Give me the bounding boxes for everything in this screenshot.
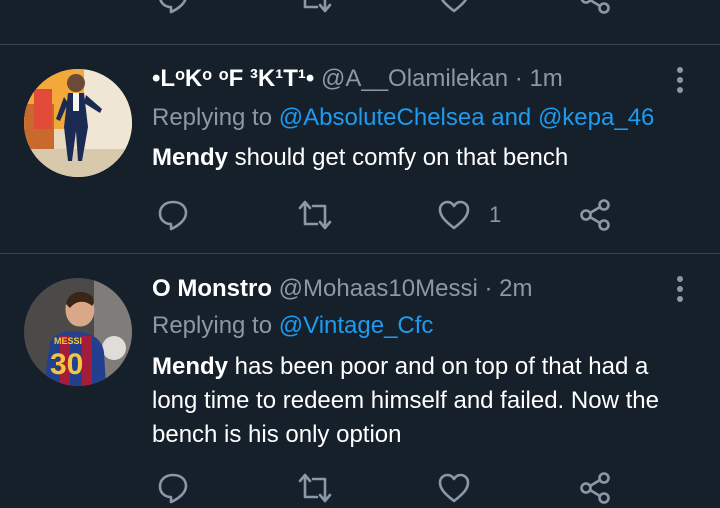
timestamp[interactable]: 1m <box>529 65 562 92</box>
tweet-text: Mendy should get comfy on that bench <box>152 141 697 175</box>
retweet-icon <box>303 0 332 13</box>
replying-to-label: Replying to <box>152 104 273 131</box>
user-handle[interactable]: @A__Olamilekan <box>321 65 508 92</box>
tweet-action-row: 1 <box>0 195 720 235</box>
reply-icon <box>158 473 188 504</box>
user-handle[interactable]: @Mohaas10Messi <box>279 275 478 302</box>
reply-icon <box>158 200 188 231</box>
share-icon <box>580 472 610 504</box>
replying-to-mentions[interactable]: @AbsoluteChelsea and @kepa_46 <box>279 104 655 131</box>
reply-icon <box>159 0 187 14</box>
display-name[interactable]: •LᵒKᵒ ᵒF ³K¹T¹• <box>152 65 314 92</box>
retweet-button[interactable] <box>297 468 333 508</box>
separator: · <box>484 275 493 302</box>
share-icon <box>580 199 610 231</box>
tweet[interactable]: 30 MESSI O Monstro @Mohaas10Messi · 2m R… <box>0 254 720 504</box>
display-name[interactable]: O Monstro <box>152 275 272 302</box>
share-icon <box>580 0 610 14</box>
like-button[interactable] <box>437 0 471 18</box>
tweet-text: Mendy has been poor and on top of that h… <box>152 350 697 452</box>
previous-tweet-action-row <box>0 0 720 44</box>
timestamp[interactable]: 2m <box>499 275 532 302</box>
svg-text:MESSI: MESSI <box>54 336 82 346</box>
retweet-icon <box>298 473 332 503</box>
avatar-photo: 30 MESSI <box>24 278 132 386</box>
svg-text:30: 30 <box>50 348 83 381</box>
more-options-icon <box>677 67 683 93</box>
more-options-button[interactable] <box>668 65 692 95</box>
like-icon <box>438 200 470 230</box>
more-options-button[interactable] <box>668 274 692 304</box>
share-button[interactable] <box>578 468 612 508</box>
replying-to-label: Replying to <box>152 312 273 339</box>
retweet-button[interactable] <box>297 0 333 18</box>
like-count: 1 <box>489 202 502 227</box>
tweet-text-rest: has been poor and on top of that had a l… <box>152 353 659 448</box>
separator: · <box>514 65 523 92</box>
reply-button[interactable] <box>156 468 190 508</box>
retweet-icon <box>298 200 332 230</box>
tweet-text-rest: should get comfy on that bench <box>228 144 569 171</box>
more-options-icon <box>677 276 683 302</box>
tweet-feed: •LᵒKᵒ ᵒF ³K¹T¹• @A__Olamilekan · 1m Repl… <box>0 0 720 504</box>
avatar[interactable]: 30 MESSI <box>24 278 132 386</box>
retweet-button[interactable] <box>297 195 333 235</box>
tweet-text-bold: Mendy <box>152 353 229 380</box>
tweet-header: •LᵒKᵒ ᵒF ³K¹T¹• @A__Olamilekan · 1m <box>152 64 563 94</box>
tweet-header: O Monstro @Mohaas10Messi · 2m <box>152 274 532 304</box>
tweet-text-bold: Mendy <box>152 144 229 171</box>
share-button[interactable] <box>578 195 612 235</box>
replying-to-mentions[interactable]: @Vintage_Cfc <box>279 312 434 339</box>
replying-to: Replying to @Vintage_Cfc <box>152 311 433 341</box>
tweet[interactable]: •LᵒKᵒ ᵒF ³K¹T¹• @A__Olamilekan · 1m Repl… <box>0 45 720 253</box>
like-icon <box>440 0 468 13</box>
reply-button[interactable] <box>156 0 190 18</box>
share-button[interactable] <box>578 0 612 18</box>
like-button[interactable]: 1 <box>437 195 501 235</box>
tweet-action-row <box>0 468 720 508</box>
avatar-photo <box>24 69 132 177</box>
replying-to: Replying to @AbsoluteChelsea and @kepa_4… <box>152 103 654 133</box>
reply-button[interactable] <box>156 195 190 235</box>
like-button[interactable] <box>437 468 471 508</box>
avatar[interactable] <box>24 69 132 177</box>
like-icon <box>438 473 470 503</box>
